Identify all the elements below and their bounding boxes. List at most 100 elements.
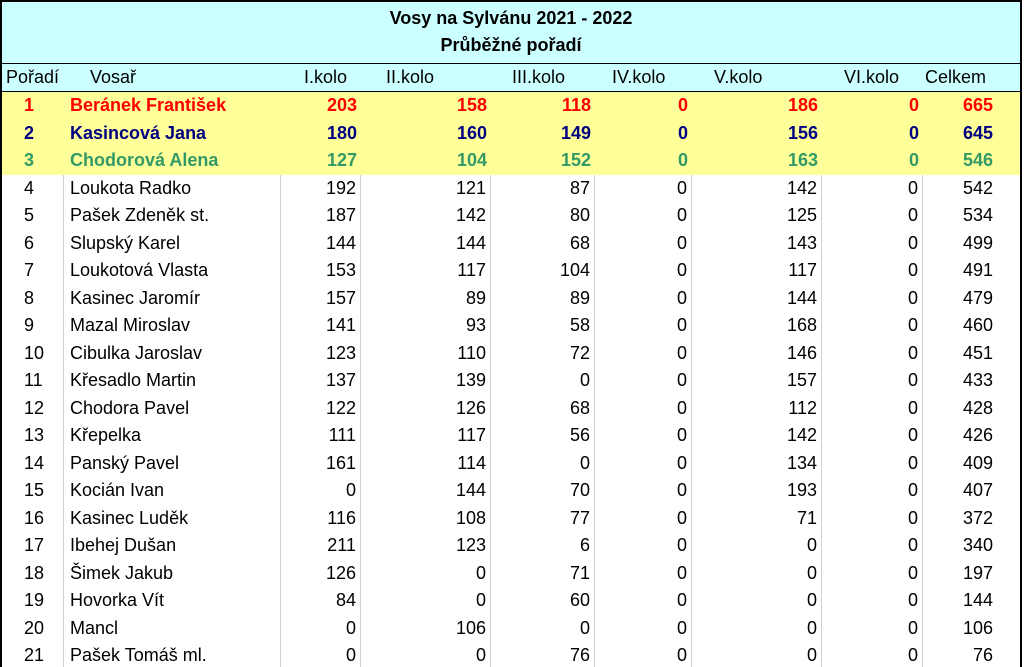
cell-k4: 0: [595, 339, 692, 367]
cell-k4: 0: [595, 504, 692, 532]
cell-k1: 137: [281, 367, 361, 395]
cell-k3: 0: [491, 367, 595, 395]
cell-k1: 0: [281, 642, 361, 667]
cell-total: 407: [962, 480, 993, 500]
cell-total: 409: [962, 452, 993, 473]
cell-k5: 146: [692, 339, 822, 367]
cell-k3: 149: [560, 122, 591, 143]
col-header-k4: IV.kolo: [612, 67, 666, 87]
cell-k6: 0: [908, 150, 919, 170]
cell-k5: 0: [692, 614, 822, 642]
table-row: 7 Loukotová Vlasta 153 117 104 0 117 0 491: [2, 257, 1020, 285]
cell-k2: 160: [456, 122, 487, 143]
cell-k2: 108: [361, 504, 491, 532]
cell-k4: 0: [595, 614, 692, 642]
col-header-k1: I.kolo: [304, 67, 348, 87]
cell-k3: 0: [491, 449, 595, 477]
cell-k3: 6: [491, 532, 595, 560]
cell-k4: 0: [595, 202, 692, 230]
cell-k5: 0: [692, 532, 822, 560]
cell-k1: 123: [281, 339, 361, 367]
cell-k2: 117: [361, 257, 491, 285]
cell-k6: 0: [822, 284, 923, 312]
cell-k4: 0: [595, 532, 692, 560]
cell-name: Loukotová Vlasta: [64, 257, 281, 285]
cell-k1: 122: [281, 394, 361, 422]
cell-k6: 0: [822, 394, 923, 422]
cell-k1: 127: [326, 150, 357, 170]
cell-total: 197: [962, 562, 993, 583]
cell-k1: 126: [281, 559, 361, 587]
cell-total: 340: [962, 535, 993, 555]
cell-k1: 153: [281, 257, 361, 285]
cell-k4: 0: [595, 312, 692, 340]
col-header-k6: VI.kolo: [844, 67, 900, 87]
col-header-k3: III.kolo: [512, 67, 566, 87]
cell-k6: 0: [908, 95, 919, 115]
cell-rank: 1: [24, 95, 35, 115]
cell-k6: 0: [822, 174, 923, 202]
cell-total: 479: [962, 287, 993, 308]
cell-name: Kasincová Jana: [70, 122, 207, 143]
table-row: 16 Kasinec Luděk 116 108 77 0 71 0 372: [2, 504, 1020, 532]
cell-total: 426: [962, 425, 993, 445]
cell-k5: 71: [692, 504, 822, 532]
cell-rank: 13: [2, 422, 64, 450]
cell-total: 460: [962, 315, 993, 335]
cell-k6: 0: [822, 477, 923, 505]
cell-name: Šimek Jakub: [64, 559, 281, 587]
cell-name: Beránek František: [70, 95, 227, 115]
cell-k2: 144: [361, 477, 491, 505]
cell-k5: 163: [787, 150, 818, 170]
cell-k1: 192: [281, 174, 361, 202]
results-sheet: Vosy na Sylvánu 2021 - 2022 Průběžné poř…: [0, 0, 1022, 667]
col-header-rank: Pořadí: [6, 67, 60, 87]
cell-k1: 141: [281, 312, 361, 340]
cell-rank: 10: [2, 339, 64, 367]
cell-k6: 0: [822, 339, 923, 367]
cell-k2: 106: [361, 614, 491, 642]
cell-name: Pašek Zdeněk st.: [64, 202, 281, 230]
cell-k5: 112: [692, 394, 822, 422]
cell-k2: 104: [456, 150, 487, 170]
cell-k3: 68: [491, 394, 595, 422]
cell-k1: 157: [281, 284, 361, 312]
cell-k6: 0: [822, 257, 923, 285]
table-row: 18 Šimek Jakub 126 0 71 0 0 0 197: [2, 559, 1020, 587]
cell-k1: 0: [281, 477, 361, 505]
cell-total: 106: [962, 617, 993, 638]
cell-k5: 186: [787, 95, 818, 115]
table-row: 4 Loukota Radko 192 121 87 0 142 0 542: [2, 174, 1020, 202]
cell-rank: 9: [2, 312, 64, 340]
cell-name: Panský Pavel: [64, 449, 281, 477]
cell-k3: 71: [491, 559, 595, 587]
cell-k2: 144: [361, 229, 491, 257]
cell-k3: 87: [491, 174, 595, 202]
table-row: 5 Pašek Zdeněk st. 187 142 80 0 125 0 534: [2, 202, 1020, 230]
cell-rank: 4: [2, 174, 64, 202]
cell-k3: 70: [491, 477, 595, 505]
cell-k5: 117: [692, 257, 822, 285]
cell-k6: 0: [822, 642, 923, 667]
cell-k3: 72: [491, 339, 595, 367]
cell-k5: 156: [787, 122, 818, 143]
cell-k1: 144: [281, 229, 361, 257]
table-row: 11 Křesadlo Martin 137 139 0 0 157 0 433: [2, 367, 1020, 395]
cell-rank: 6: [2, 229, 64, 257]
cell-k5: 134: [692, 449, 822, 477]
cell-k5: 125: [692, 202, 822, 230]
cell-k6: 0: [822, 504, 923, 532]
cell-k3: 104: [491, 257, 595, 285]
cell-k1: 211: [281, 532, 361, 560]
cell-k2: 114: [361, 449, 491, 477]
cell-k3: 118: [561, 95, 591, 115]
cell-name: Cibulka Jaroslav: [64, 339, 281, 367]
cell-k4: 0: [595, 449, 692, 477]
cell-total: 451: [962, 342, 993, 363]
cell-k1: 187: [281, 202, 361, 230]
cell-k6: 0: [822, 614, 923, 642]
cell-k2: 0: [361, 587, 491, 615]
cell-k1: 161: [281, 449, 361, 477]
cell-k1: 0: [281, 614, 361, 642]
cell-rank: 3: [24, 150, 35, 170]
